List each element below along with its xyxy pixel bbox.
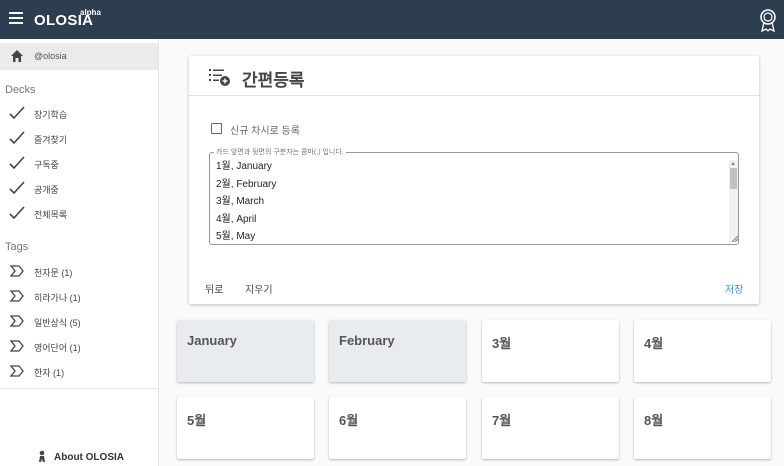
sidebar-tag-label: 한자 (1) xyxy=(34,368,65,378)
sidebar-tag-label: 영어단어 (1) xyxy=(34,343,81,353)
textarea-scrollbar[interactable] xyxy=(729,160,738,242)
sidebar-tag-label: 천자문 (1) xyxy=(34,268,73,278)
scroll-up-arrow-icon[interactable] xyxy=(731,162,735,165)
checkmark-icon xyxy=(9,206,25,220)
textarea-line: 5월, May xyxy=(216,231,256,242)
sidebar-deck-item[interactable]: 공개중 xyxy=(0,178,158,198)
clear-button[interactable]: 지우기 xyxy=(245,281,273,296)
sidebar-deck-item[interactable]: 즐겨찾기 xyxy=(0,128,158,148)
card-title: 7월 xyxy=(492,413,512,428)
textarea-line: 2월, February xyxy=(216,178,277,190)
hamburger-menu-icon[interactable] xyxy=(9,12,23,26)
decks-heading: Decks xyxy=(5,84,36,96)
award-badge-icon[interactable] xyxy=(758,8,778,32)
card-title: January xyxy=(187,333,237,348)
sidebar-tag-item[interactable]: 천자문 (1) xyxy=(0,261,158,281)
quick-register-panel: 간편등록 신규 차시로 등록 카드 앞면과 뒷면의 구분자는 콤마(,) 입니다… xyxy=(189,56,759,304)
flash-card[interactable]: February xyxy=(329,320,466,382)
sidebar-tag-item[interactable]: 영어단어 (1) xyxy=(0,336,158,356)
textarea-line: 4월, April xyxy=(216,213,257,225)
sidebar-deck-label: 장기학습 xyxy=(34,110,68,120)
panel-title: 간편등록 xyxy=(242,71,305,90)
person-icon xyxy=(39,450,45,462)
tag-icon xyxy=(9,365,24,377)
sidebar: @olosia Decks 장기학습즐겨찾기구독중공개중전체목록 Tags 천자… xyxy=(0,39,159,466)
flash-card[interactable]: January xyxy=(177,320,314,382)
flash-card[interactable]: 3월 xyxy=(482,320,619,382)
textarea-content[interactable]: 1월, January 2월, February 3월, March 4월, Apri… xyxy=(216,160,726,248)
save-button[interactable]: 저장 xyxy=(725,281,743,296)
tag-icon xyxy=(9,315,24,327)
new-session-label[interactable]: 신규 차시로 등록 xyxy=(230,122,300,137)
sidebar-deck-item[interactable]: 구독중 xyxy=(0,153,158,173)
sidebar-tag-label: 히라가나 (1) xyxy=(34,293,81,303)
checkmark-icon xyxy=(9,156,25,170)
sidebar-tag-item[interactable]: 일반상식 (5) xyxy=(0,311,158,331)
flash-card[interactable]: 4월 xyxy=(634,320,771,382)
textarea-legend: 카드 앞면과 뒷면의 구분자는 콤마(,) 입니다. xyxy=(214,147,346,157)
checkmark-icon xyxy=(9,181,25,195)
sidebar-deck-label: 공개중 xyxy=(34,185,59,195)
flash-card[interactable]: 7월 xyxy=(482,397,619,459)
sidebar-deck-label: 구독중 xyxy=(34,160,59,170)
panel-header: 간편등록 xyxy=(189,56,759,96)
divider xyxy=(0,388,158,389)
tag-icon xyxy=(9,265,24,277)
sidebar-user-item[interactable]: @olosia xyxy=(0,43,158,69)
textarea-line: 1월, January xyxy=(216,161,272,172)
checkmark-icon xyxy=(9,106,25,120)
scrollbar-thumb[interactable] xyxy=(730,168,737,189)
flash-card[interactable]: 5월 xyxy=(177,397,314,459)
home-icon xyxy=(11,50,23,62)
checkmark-icon xyxy=(9,131,25,145)
divider xyxy=(0,69,158,70)
sidebar-deck-label: 즐겨찾기 xyxy=(34,135,68,145)
sidebar-tag-item[interactable]: 한자 (1) xyxy=(0,361,158,381)
card-title: 6월 xyxy=(339,413,359,428)
sidebar-deck-item[interactable]: 전체목록 xyxy=(0,203,158,223)
card-title: 4월 xyxy=(644,336,664,351)
tags-heading: Tags xyxy=(5,241,29,253)
card-title: February xyxy=(339,333,395,348)
sidebar-tag-label: 일반상식 (5) xyxy=(34,318,81,328)
sidebar-username: @olosia xyxy=(34,51,67,61)
card-title: 3월 xyxy=(492,336,512,351)
sidebar-deck-label: 전체목록 xyxy=(34,210,68,220)
tag-icon xyxy=(9,340,24,352)
top-app-bar: OLOSIA alpha xyxy=(0,0,784,39)
new-session-checkbox[interactable] xyxy=(211,123,222,134)
card-title: 5월 xyxy=(187,413,207,428)
flash-card[interactable]: 6월 xyxy=(329,397,466,459)
sidebar-deck-item[interactable]: 장기학습 xyxy=(0,103,158,123)
playlist-add-icon xyxy=(209,69,230,86)
back-button[interactable]: 뒤로 xyxy=(205,281,223,296)
tag-icon xyxy=(9,290,24,302)
resize-handle-icon[interactable] xyxy=(732,236,738,242)
textarea-line: 3월, March xyxy=(216,196,265,207)
flash-card[interactable]: 8월 xyxy=(634,397,771,459)
about-link[interactable]: About OLOSIA xyxy=(54,452,124,463)
sidebar-tag-item[interactable]: 히라가나 (1) xyxy=(0,286,158,306)
card-title: 8월 xyxy=(644,413,664,428)
app-brand-badge: alpha xyxy=(80,8,101,17)
